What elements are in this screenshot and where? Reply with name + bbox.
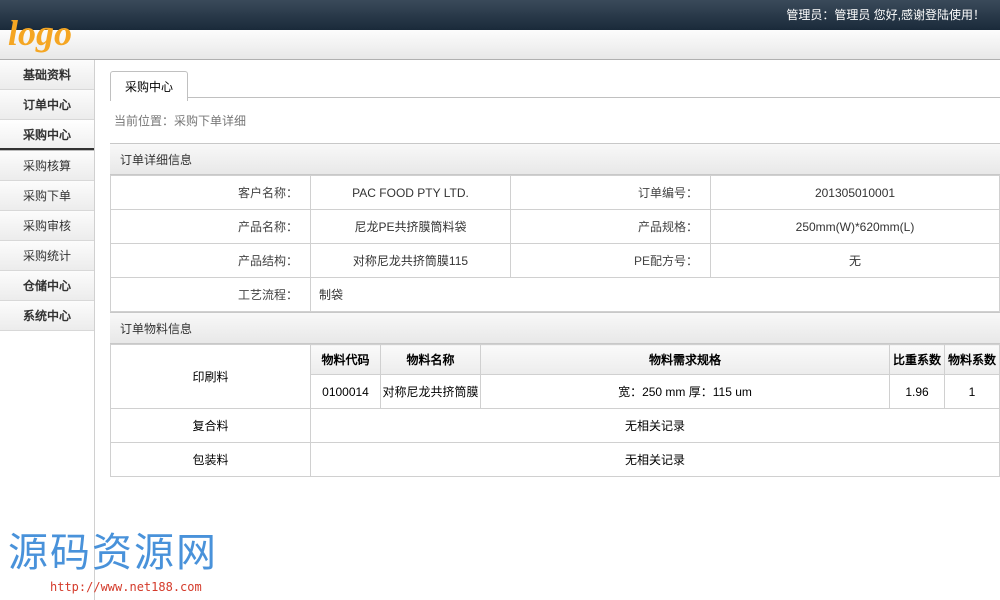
sidebar-item-0[interactable]: 基础资料: [0, 60, 94, 90]
order-detail-table: 客户名称： PAC FOOD PTY LTD. 订单编号： 2013050100…: [110, 175, 1000, 312]
process-value: 制袋: [311, 278, 1000, 312]
mat-coef: 1: [945, 375, 1000, 409]
sidebar-item-6[interactable]: 采购统计: [0, 241, 94, 271]
table-row: 包装料 无相关记录: [111, 443, 1000, 477]
material-table: 印刷料 物料代码 物料名称 物料需求规格 比重系数 物料系数 0100014 对…: [110, 344, 1000, 477]
mat-col-code: 物料代码: [311, 345, 381, 375]
sidebar-item-4[interactable]: 采购下单: [0, 181, 94, 211]
sidebar-item-3[interactable]: 采购核算: [0, 151, 94, 181]
prodstruct-value: 对称尼龙共挤筒膜115: [311, 244, 511, 278]
sidebar-item-2[interactable]: 采购中心: [0, 120, 94, 150]
breadcrumb: 当前位置：采购下单详细: [110, 98, 1000, 143]
mat-spec: 宽：250 mm 厚：115 um: [481, 375, 890, 409]
mat-col-ratio: 比重系数: [890, 345, 945, 375]
mat-col-name: 物料名称: [381, 345, 481, 375]
no-record: 无相关记录: [311, 443, 1000, 477]
sidebar: 基础资料订单中心采购中心采购核算采购下单采购审核采购统计仓储中心系统中心: [0, 60, 95, 600]
mat-col-coef: 物料系数: [945, 345, 1000, 375]
customer-value: PAC FOOD PTY LTD.: [311, 176, 511, 210]
mat-col-spec: 物料需求规格: [481, 345, 890, 375]
sidebar-item-5[interactable]: 采购审核: [0, 211, 94, 241]
logo-bar: logo: [0, 30, 1000, 60]
mat-ratio: 1.96: [890, 375, 945, 409]
tab-purchase-center[interactable]: 采购中心: [110, 71, 188, 101]
prodspec-label: 产品规格：: [511, 210, 711, 244]
admin-greeting: 管理员：管理员 您好,感谢登陆使用！: [786, 8, 985, 22]
process-label: 工艺流程：: [111, 278, 311, 312]
top-bar: 管理员：管理员 您好,感谢登陆使用！: [0, 0, 1000, 30]
prodstruct-label: 产品结构：: [111, 244, 311, 278]
mat-print-label: 印刷料: [111, 345, 311, 409]
table-row: 复合料 无相关记录: [111, 409, 1000, 443]
prodname-value: 尼龙PE共挤膜筒料袋: [311, 210, 511, 244]
mat-pack-label: 包装料: [111, 443, 311, 477]
orderno-label: 订单编号：: [511, 176, 711, 210]
content-area: 采购中心 当前位置：采购下单详细 订单详细信息 客户名称： PAC FOOD P…: [95, 60, 1000, 600]
sidebar-item-7[interactable]: 仓储中心: [0, 271, 94, 301]
customer-label: 客户名称：: [111, 176, 311, 210]
section-order-detail-title: 订单详细信息: [110, 143, 1000, 175]
prodspec-value: 250mm(W)*620mm(L): [711, 210, 1000, 244]
orderno-value: 201305010001: [711, 176, 1000, 210]
sidebar-item-1[interactable]: 订单中心: [0, 90, 94, 120]
mat-code: 0100014: [311, 375, 381, 409]
section-material-title: 订单物料信息: [110, 312, 1000, 344]
no-record: 无相关记录: [311, 409, 1000, 443]
pe-value: 无: [711, 244, 1000, 278]
tab-row: 采购中心: [110, 70, 1000, 98]
mat-name: 对称尼龙共挤筒膜: [381, 375, 481, 409]
logo: logo: [8, 12, 72, 54]
sidebar-item-8[interactable]: 系统中心: [0, 301, 94, 331]
pe-label: PE配方号：: [511, 244, 711, 278]
prodname-label: 产品名称：: [111, 210, 311, 244]
mat-compound-label: 复合料: [111, 409, 311, 443]
